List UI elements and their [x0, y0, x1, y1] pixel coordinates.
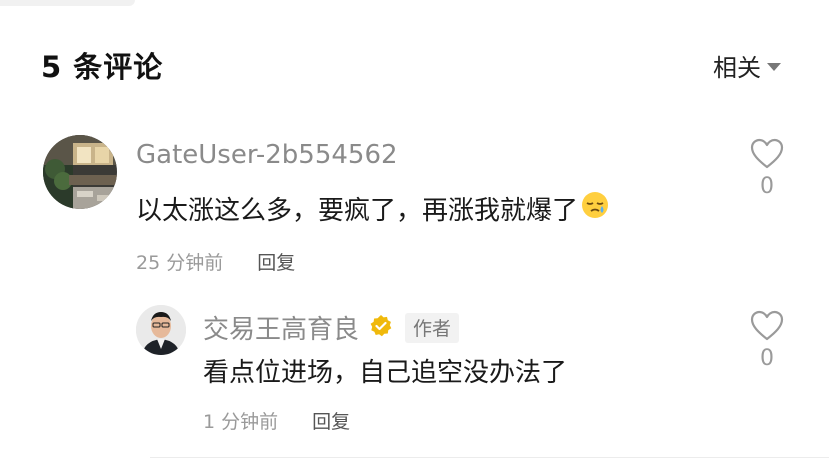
- comment-username[interactable]: GateUser-2b554562: [136, 140, 398, 170]
- comment-count-title: 5 条评论: [41, 50, 164, 84]
- comment-text: 以太涨这么多，要疯了，再涨我就爆了: [136, 196, 579, 226]
- like-count: 0: [760, 346, 774, 371]
- comment-meta: 25 分钟前 回复: [136, 248, 295, 275]
- caret-down-icon: [767, 62, 781, 71]
- like-button[interactable]: 0: [747, 138, 787, 199]
- reply-meta: 1 分钟前 回复: [203, 407, 350, 434]
- comment-content: 以太涨这么多，要疯了，再涨我就爆了: [136, 190, 609, 227]
- heart-icon: [750, 310, 784, 341]
- reply-content: 看点位进场，自己追空没办法了: [203, 358, 568, 388]
- reply-username[interactable]: 交易王高育良: [203, 309, 359, 346]
- verified-badge-icon: [369, 314, 393, 342]
- reply-button[interactable]: 回复: [257, 248, 295, 275]
- like-button[interactable]: 0: [747, 310, 787, 371]
- sort-dropdown[interactable]: 相关: [713, 48, 781, 83]
- avatar[interactable]: [43, 135, 117, 209]
- reply-button[interactable]: 回复: [312, 407, 350, 434]
- comment-time: 25 分钟前: [136, 252, 224, 274]
- author-badge: 作者: [405, 312, 460, 343]
- avatar[interactable]: [136, 305, 186, 355]
- divider: [150, 457, 829, 458]
- sleepy-face-emoji-icon: [581, 191, 609, 226]
- reply-time: 1 分钟前: [203, 411, 279, 433]
- like-count: 0: [760, 174, 774, 199]
- sort-label: 相关: [713, 54, 761, 82]
- comments-header: 5 条评论 相关: [0, 0, 829, 120]
- heart-icon: [750, 138, 784, 169]
- reply-name-row: 交易王高育良 作者: [203, 309, 460, 346]
